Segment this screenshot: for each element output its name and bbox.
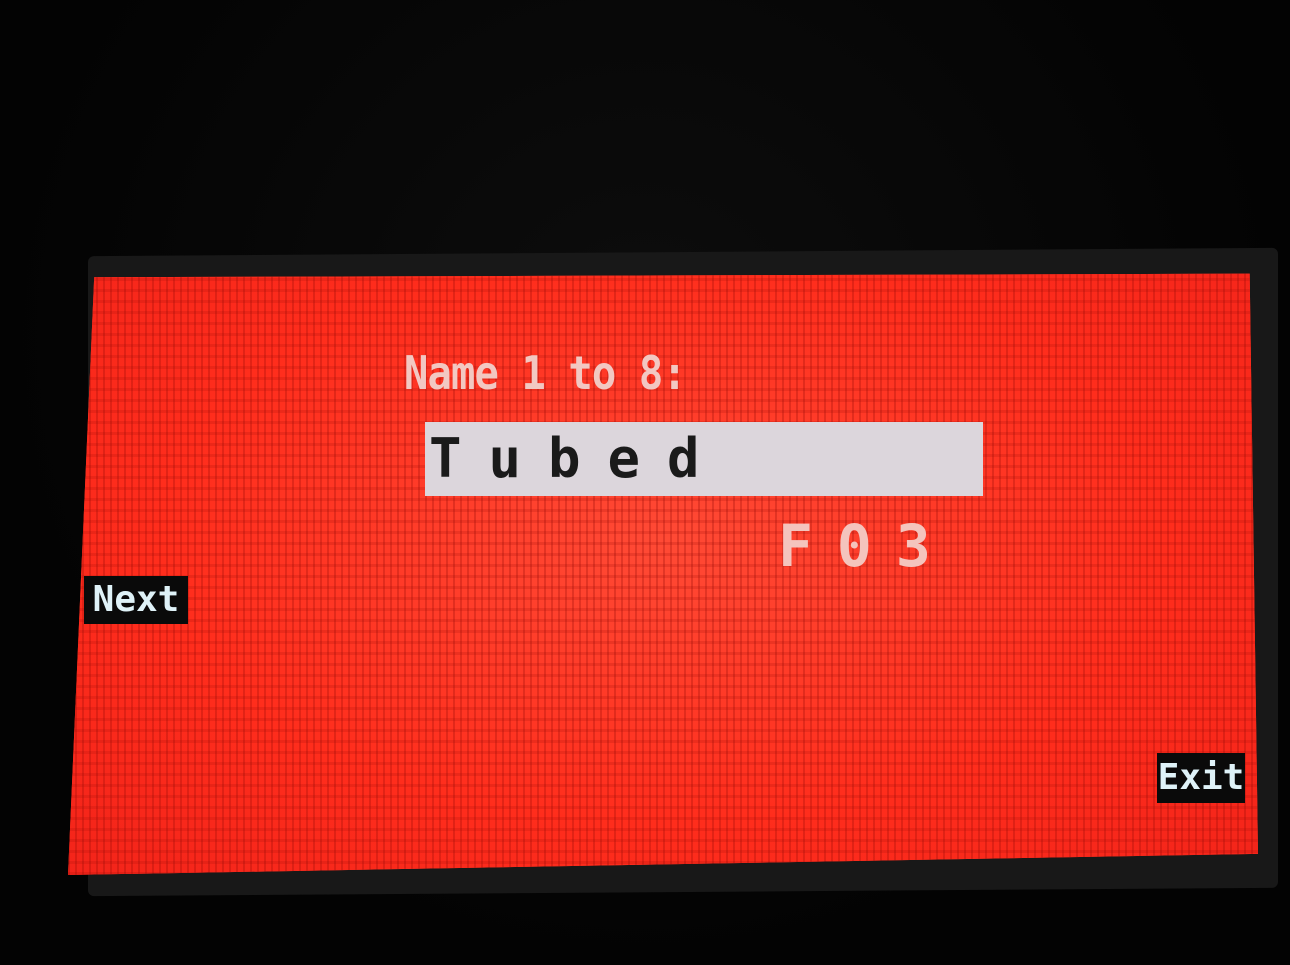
- preset-slot-code: F03: [778, 512, 955, 580]
- exit-softkey-button[interactable]: Exit: [1157, 753, 1245, 803]
- next-softkey-button[interactable]: Next: [84, 576, 188, 624]
- name-prompt-label: Name 1 to 8:: [404, 346, 687, 400]
- name-input-field[interactable]: [425, 422, 983, 496]
